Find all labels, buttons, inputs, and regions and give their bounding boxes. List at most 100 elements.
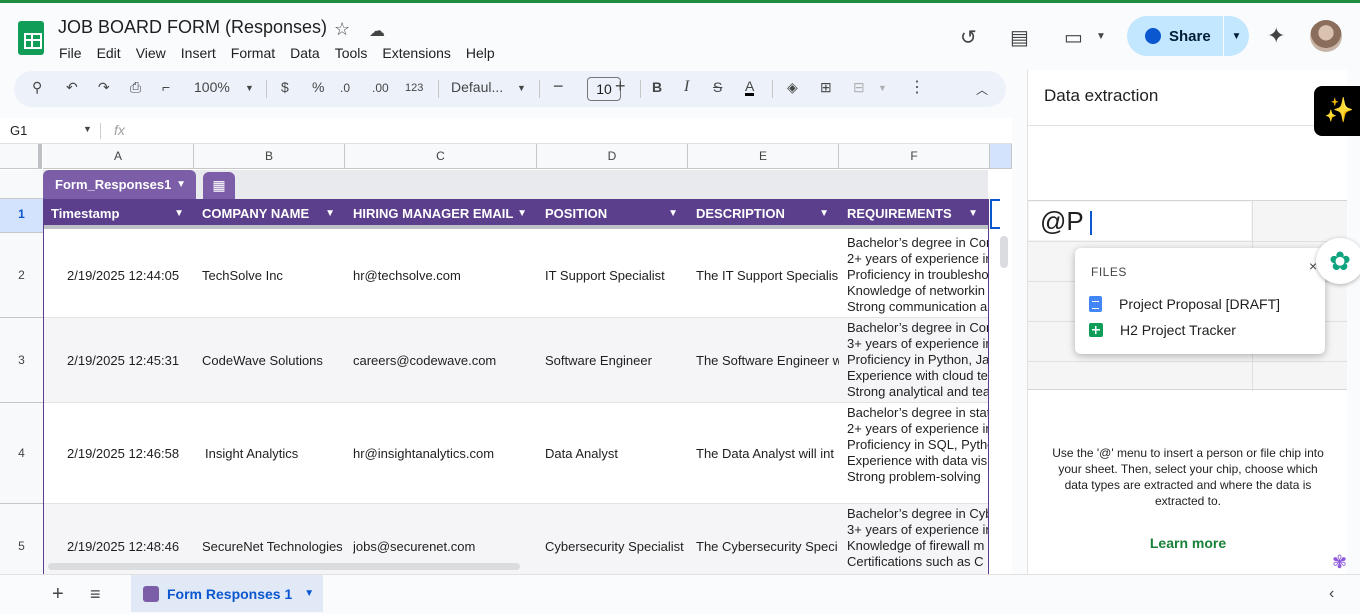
decrease-font-size-icon[interactable]: −: [553, 76, 564, 97]
column-filter-icon[interactable]: ▼: [668, 199, 678, 229]
column-header-f[interactable]: F: [839, 144, 990, 169]
star-icon[interactable]: ☆: [334, 19, 350, 40]
horizontal-scrollbar[interactable]: [44, 560, 994, 572]
cell-timestamp[interactable]: 2/19/2025 12:45:31: [67, 353, 194, 368]
cell-email[interactable]: hr@insightanalytics.com: [353, 446, 537, 461]
menu-insert[interactable]: Insert: [181, 45, 216, 61]
menu-data[interactable]: Data: [290, 45, 320, 61]
header-description[interactable]: DESCRIPTION ▼: [688, 199, 839, 229]
bold-button[interactable]: B: [652, 79, 662, 95]
text-color-icon[interactable]: A: [745, 79, 755, 96]
currency-format-button[interactable]: $: [281, 79, 289, 95]
meet-icon[interactable]: ▭: [1064, 25, 1083, 50]
file-suggestion-item[interactable]: H2 Project Tracker: [1089, 322, 1236, 338]
menu-help[interactable]: Help: [466, 45, 495, 61]
redo-icon[interactable]: ↷: [98, 79, 110, 96]
cell-description[interactable]: The IT Support Specialis: [696, 268, 839, 283]
table-view-icon[interactable]: ▦: [203, 172, 235, 199]
table-menu-chevron-icon[interactable]: ▼: [176, 170, 186, 199]
print-icon[interactable]: ⎙: [130, 79, 141, 96]
header-hiring-manager-email[interactable]: HIRING MANAGER EMAIL ▼: [345, 199, 537, 229]
cell-timestamp[interactable]: 2/19/2025 12:46:58: [67, 446, 194, 461]
column-header-b[interactable]: B: [194, 144, 345, 169]
cell-description[interactable]: The Cybersecurity Speci: [696, 539, 839, 554]
column-filter-icon[interactable]: ▼: [325, 199, 335, 229]
cell-position[interactable]: Software Engineer: [545, 353, 688, 368]
cell-timestamp[interactable]: 2/19/2025 12:44:05: [67, 268, 194, 283]
vertical-scrollbar[interactable]: [998, 232, 1010, 570]
zoom-dropdown-icon[interactable]: ▼: [245, 83, 254, 93]
avatar[interactable]: [1310, 20, 1342, 52]
sheet-tab-form-responses[interactable]: Form Responses 1 ▼: [131, 575, 323, 612]
font-family-select[interactable]: Defaul...: [451, 79, 503, 95]
percent-format-button[interactable]: %: [312, 79, 324, 95]
openai-icon[interactable]: ✿: [1316, 238, 1360, 284]
menu-edit[interactable]: Edit: [97, 45, 121, 61]
more-options-icon[interactable]: ⋮: [909, 77, 925, 97]
increase-font-size-icon[interactable]: +: [615, 76, 626, 97]
fill-color-icon[interactable]: ◈: [787, 79, 798, 96]
strikethrough-icon[interactable]: S: [713, 79, 722, 95]
share-dropdown-icon[interactable]: ▼: [1224, 31, 1249, 42]
share-button[interactable]: Share ▼: [1127, 16, 1249, 56]
cell-description[interactable]: The Data Analyst will int: [696, 446, 839, 461]
cell-email[interactable]: hr@techsolve.com: [353, 268, 537, 283]
column-filter-icon[interactable]: ▼: [517, 199, 527, 229]
version-history-icon[interactable]: ↺: [960, 25, 977, 50]
row-header-4[interactable]: 4: [0, 403, 43, 504]
cell-requirements[interactable]: Bachelor’s degree in stat 2+ years of ex…: [847, 405, 988, 485]
collapse-side-panel-icon[interactable]: ‹: [1329, 585, 1334, 603]
row-header-5[interactable]: 5: [0, 504, 43, 574]
cell-requirements[interactable]: Bachelor’s degree in Com 3+ years of exp…: [847, 320, 988, 400]
learn-more-link[interactable]: Learn more: [1028, 535, 1348, 551]
all-sheets-icon[interactable]: ≡: [90, 584, 101, 605]
font-dropdown-icon[interactable]: ▼: [517, 83, 526, 93]
share-main-button[interactable]: Share: [1127, 28, 1223, 45]
cell-requirements[interactable]: Bachelor’s degree in Com 2+ years of exp…: [847, 235, 988, 315]
menu-file[interactable]: File: [59, 45, 82, 61]
cell-email[interactable]: careers@codewave.com: [353, 353, 537, 368]
undo-icon[interactable]: ↶: [66, 79, 78, 96]
column-header-d[interactable]: D: [537, 144, 688, 169]
cell-company[interactable]: SecureNet Technologies: [202, 539, 345, 554]
italic-button[interactable]: I: [684, 78, 689, 96]
scroll-thumb[interactable]: [48, 563, 520, 570]
cell-company[interactable]: CodeWave Solutions: [202, 353, 345, 368]
name-box[interactable]: G1: [10, 123, 27, 138]
scroll-thumb[interactable]: [1000, 236, 1008, 268]
cell-position[interactable]: Data Analyst: [545, 446, 688, 461]
cell-company[interactable]: Insight Analytics: [205, 446, 345, 461]
header-timestamp[interactable]: Timestamp ▼: [43, 199, 194, 229]
brain-icon[interactable]: ✾: [1332, 552, 1347, 573]
menu-extensions[interactable]: Extensions: [382, 45, 450, 61]
merge-cells-icon[interactable]: ⊟: [853, 79, 865, 96]
cloud-status-icon[interactable]: ☁: [369, 21, 385, 41]
column-header-g[interactable]: [990, 144, 1012, 169]
cell-timestamp[interactable]: 2/19/2025 12:48:46: [67, 539, 194, 554]
gemini-spark-icon[interactable]: ✦: [1267, 23, 1285, 49]
column-filter-icon[interactable]: ▼: [968, 199, 978, 229]
column-filter-icon[interactable]: ▼: [819, 199, 829, 229]
decrease-decimal-button[interactable]: .0: [340, 81, 350, 95]
chip-input[interactable]: @P: [1029, 202, 1251, 240]
merge-dropdown-icon[interactable]: ▼: [878, 83, 887, 93]
ai-extension-tile[interactable]: ✨: [1314, 86, 1360, 136]
increase-decimal-button[interactable]: .00: [372, 81, 389, 95]
comments-icon[interactable]: ▤: [1010, 25, 1029, 50]
sheet-tab-dropdown-icon[interactable]: ▼: [304, 588, 314, 599]
header-company-name[interactable]: COMPANY NAME ▼: [194, 199, 345, 229]
cell-company[interactable]: TechSolve Inc: [202, 268, 345, 283]
cell-email[interactable]: jobs@securenet.com: [353, 539, 537, 554]
cell-position[interactable]: Cybersecurity Specialist: [545, 539, 688, 554]
column-filter-icon[interactable]: ▼: [174, 199, 184, 229]
cell-description[interactable]: The Software Engineer w: [696, 353, 839, 368]
table-name-tab[interactable]: Form_Responses1 ▼: [43, 170, 196, 199]
select-all-corner[interactable]: [0, 144, 42, 169]
zoom-select[interactable]: 100%: [194, 79, 230, 95]
collapse-menus-icon[interactable]: ︿: [976, 81, 988, 98]
menu-format[interactable]: Format: [231, 45, 275, 61]
column-header-c[interactable]: C: [345, 144, 537, 169]
row-header-1[interactable]: 1: [0, 199, 43, 233]
add-sheet-icon[interactable]: +: [52, 583, 64, 606]
row-header-2[interactable]: 2: [0, 233, 43, 318]
